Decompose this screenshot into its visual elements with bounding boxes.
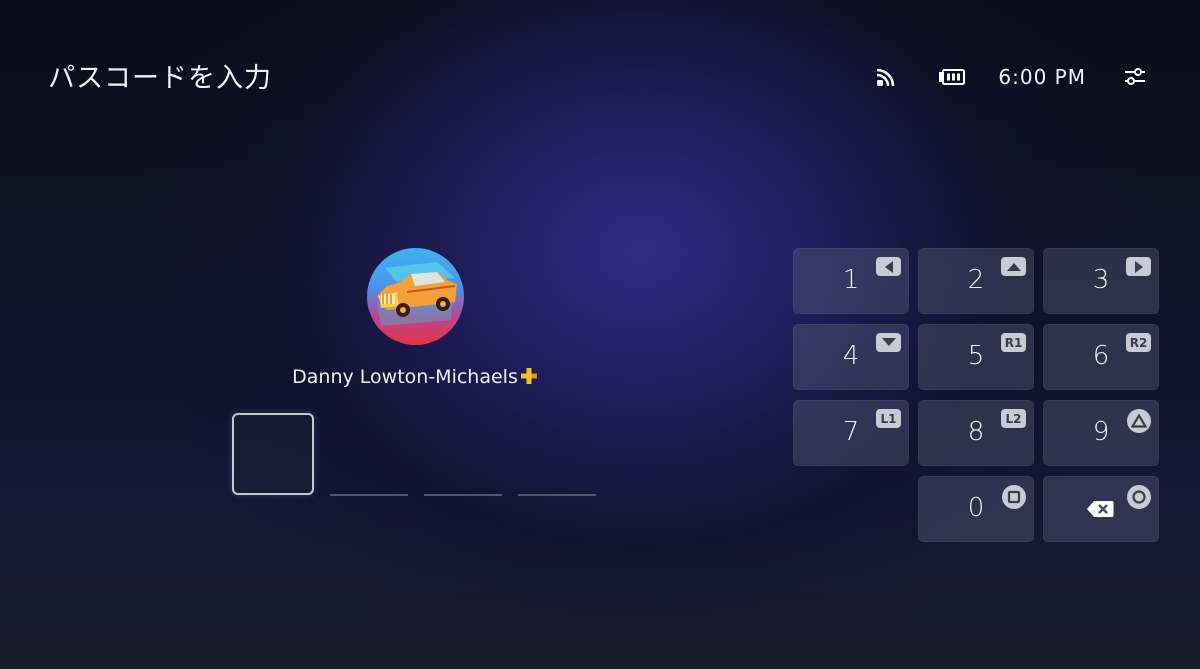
- key-4[interactable]: 4: [793, 324, 909, 390]
- triangle-button-icon: [1127, 409, 1151, 433]
- backspace-icon: [1086, 500, 1114, 522]
- l1-button-icon: L1: [876, 409, 901, 428]
- dpad-down-icon: [876, 333, 901, 352]
- key-6[interactable]: 6 R2: [1043, 324, 1159, 390]
- dpad-up-icon: [1001, 257, 1026, 276]
- passcode-slots: [232, 412, 598, 496]
- key-3[interactable]: 3: [1043, 248, 1159, 314]
- clock: 6:00 PM: [998, 65, 1086, 89]
- dpad-right-icon: [1126, 257, 1151, 276]
- playstation-plus-icon: [520, 367, 538, 390]
- key-1[interactable]: 1: [793, 248, 909, 314]
- key-0[interactable]: 0: [918, 476, 1034, 542]
- battery-icon: [938, 69, 966, 85]
- page-title: パスコードを入力: [48, 63, 272, 94]
- l2-button-icon: L2: [1001, 409, 1026, 428]
- r2-button-icon: R2: [1126, 333, 1151, 352]
- settings-sliders-icon[interactable]: [1124, 67, 1146, 87]
- circle-button-icon: [1127, 485, 1151, 509]
- square-button-icon: [1002, 485, 1026, 509]
- key-7[interactable]: 7 L1: [793, 400, 909, 466]
- key-2[interactable]: 2: [918, 248, 1034, 314]
- username: Danny Lowton-Michaels: [232, 366, 598, 390]
- backspace-key[interactable]: [1043, 476, 1159, 542]
- passcode-slot-3: [424, 494, 502, 496]
- passcode-slot-1[interactable]: [232, 413, 314, 495]
- key-5[interactable]: 5 R1: [918, 324, 1034, 390]
- key-9[interactable]: 9: [1043, 400, 1159, 466]
- r1-button-icon: R1: [1001, 333, 1026, 352]
- username-text: Danny Lowton-Michaels: [292, 366, 518, 388]
- avatar: [367, 248, 464, 345]
- wifi-icon: [876, 67, 898, 87]
- numeric-keypad: 1 2 3 4 5 R1 6 R2 7 L1 8 L2 9 0: [793, 248, 1161, 544]
- dpad-left-icon: [876, 257, 901, 276]
- key-8[interactable]: 8 L2: [918, 400, 1034, 466]
- passcode-slot-4: [518, 494, 596, 496]
- status-bar: 6:00 PM: [876, 62, 1146, 92]
- passcode-slot-2: [330, 494, 408, 496]
